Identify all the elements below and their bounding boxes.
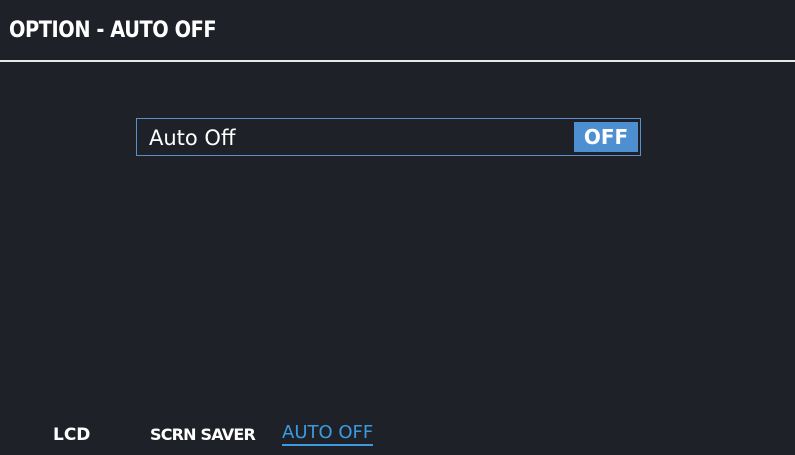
page-title: OPTION - AUTO OFF [9,18,217,43]
param-row-auto-off[interactable]: Auto Off OFF [136,118,641,156]
header-bar: OPTION - AUTO OFF [0,0,795,62]
tab-scrn-saver[interactable]: SCRN SAVER [150,425,256,444]
param-value[interactable]: OFF [574,122,638,152]
tab-lcd[interactable]: LCD [53,425,90,445]
param-label: Auto Off [149,126,236,150]
tab-auto-off[interactable]: AUTO OFF [282,422,374,446]
